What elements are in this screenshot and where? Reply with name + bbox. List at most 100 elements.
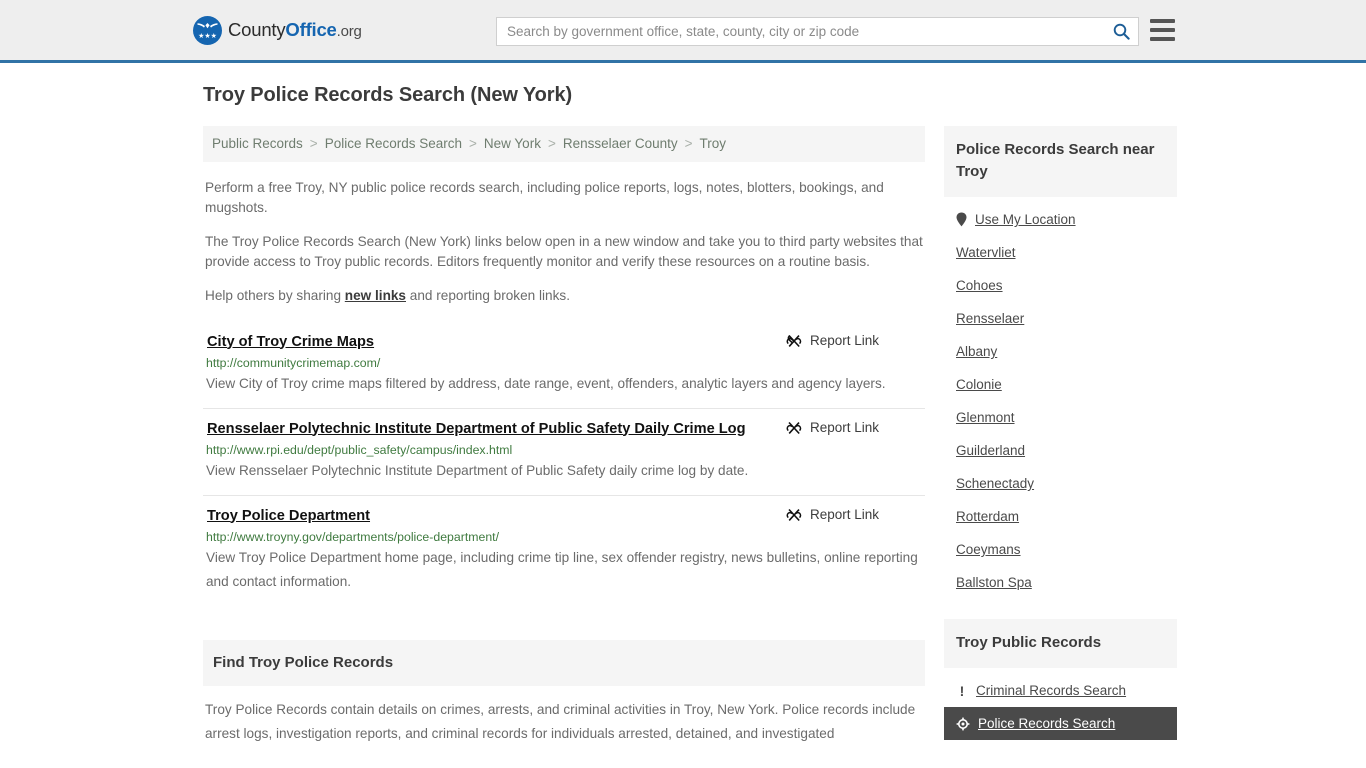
- broken-link-icon: [786, 421, 802, 434]
- sidebar-nearby-list: Use My Location Watervliet Cohoes Rensse…: [944, 203, 1177, 599]
- record-link-title[interactable]: Troy Police Department: [207, 507, 370, 525]
- page-container: Troy Police Records Search (New York) Pu…: [0, 63, 1366, 746]
- sidebar-item-label: Schenectady: [956, 476, 1035, 491]
- breadcrumb-item-police-records-search[interactable]: Police Records Search: [325, 136, 462, 151]
- sidebar-item-rotterdam[interactable]: Rotterdam: [944, 500, 1177, 533]
- sidebar-item-label: Rensselaer: [956, 311, 1025, 326]
- sidebar-nearby-heading: Police Records Search near Troy: [944, 126, 1177, 197]
- sidebar-item-watervliet[interactable]: Watervliet: [944, 236, 1177, 269]
- brand-tld: .org: [336, 23, 362, 40]
- breadcrumb-item-troy[interactable]: Troy: [700, 136, 727, 151]
- report-link-button[interactable]: Report Link: [786, 333, 923, 349]
- search-button[interactable]: [1104, 18, 1138, 45]
- breadcrumb-separator: >: [547, 136, 556, 151]
- record-link-title[interactable]: Rensselaer Polytechnic Institute Departm…: [207, 420, 746, 438]
- broken-link-icon: [786, 334, 802, 347]
- record-link-url: http://www.troyny.gov/departments/police…: [206, 529, 499, 544]
- content-columns: Public Records > Police Records Search >…: [203, 126, 1177, 746]
- report-link-label: Report Link: [809, 333, 879, 348]
- hamburger-bar: [1150, 28, 1175, 32]
- find-records-section-header: Find Troy Police Records: [203, 639, 925, 686]
- sidebar-item-glenmont[interactable]: Glenmont: [944, 401, 1177, 434]
- brand-part-office: Office: [285, 19, 337, 40]
- sidebar-item-label: Albany: [956, 344, 998, 359]
- hamburger-menu-icon[interactable]: [1150, 19, 1175, 41]
- records-link-list: City of Troy Crime Maps Report Link http…: [203, 330, 925, 606]
- sidebar-item-label: Coeymans: [956, 542, 1021, 557]
- search-icon: [1113, 23, 1130, 40]
- breadcrumb-separator: >: [684, 136, 693, 151]
- sidebar-item-coeymans[interactable]: Coeymans: [944, 533, 1177, 566]
- intro-paragraph-3: Help others by sharing new links and rep…: [205, 286, 925, 306]
- intro-text-after: and reporting broken links.: [406, 288, 570, 303]
- sidebar-item-label: Glenmont: [956, 410, 1015, 425]
- hamburger-bar: [1150, 19, 1175, 23]
- breadcrumb: Public Records > Police Records Search >…: [203, 126, 925, 162]
- intro-paragraph-2: The Troy Police Records Search (New York…: [205, 234, 923, 269]
- sidebar-item-label: Guilderland: [956, 443, 1026, 458]
- sidebar-item-label: Rotterdam: [956, 509, 1020, 524]
- broken-link-icon: [786, 508, 802, 521]
- sidebar-item-label: Use My Location: [975, 212, 1076, 227]
- sidebar-item-criminal-records-search[interactable]: ! Criminal Records Search: [944, 674, 1177, 707]
- sidebar-item-use-my-location[interactable]: Use My Location: [944, 203, 1177, 236]
- list-item: City of Troy Crime Maps Report Link http…: [203, 330, 925, 408]
- search-bar[interactable]: [496, 17, 1139, 46]
- brand-part-county: County: [228, 19, 286, 40]
- intro-text-before: Help others by sharing: [205, 288, 345, 303]
- report-link-button[interactable]: Report Link: [786, 507, 923, 523]
- find-records-body: Troy Police Records contain details on c…: [205, 701, 916, 741]
- intro-paragraph-1: Perform a free Troy, NY public police re…: [205, 180, 884, 215]
- sidebar-item-schenectady[interactable]: Schenectady: [944, 467, 1177, 500]
- link-header-row: Rensselaer Polytechnic Institute Departm…: [205, 420, 923, 438]
- eagle-shield-logo-icon: ★★★: [193, 15, 222, 45]
- sidebar-item-label: Colonie: [956, 377, 1002, 392]
- list-item: Troy Police Department Report Link http:…: [203, 494, 925, 606]
- exclamation-icon: !: [959, 682, 965, 699]
- sidebar-item-label: Criminal Records Search: [976, 683, 1127, 698]
- breadcrumb-separator: >: [309, 136, 318, 151]
- find-records-heading: Find Troy Police Records: [213, 653, 394, 671]
- sidebar-item-rensselaer[interactable]: Rensselaer: [944, 302, 1177, 335]
- link-header-row: Troy Police Department Report Link: [205, 507, 923, 525]
- sidebar-item-albany[interactable]: Albany: [944, 335, 1177, 368]
- site-header: ★★★ CountyOffice.org: [0, 0, 1366, 63]
- sidebar: Police Records Search near Troy Use My L…: [944, 126, 1177, 740]
- main-content: Public Records > Police Records Search >…: [203, 126, 925, 746]
- sidebar-item-label: Police Records Search: [978, 716, 1116, 731]
- sidebar-item-cohoes[interactable]: Cohoes: [944, 269, 1177, 302]
- record-link-title[interactable]: City of Troy Crime Maps: [207, 333, 374, 351]
- list-item: Rensselaer Polytechnic Institute Departm…: [203, 407, 925, 495]
- sidebar-item-label: Cohoes: [956, 278, 1003, 293]
- brand-name: CountyOffice.org: [228, 19, 362, 41]
- report-link-label: Report Link: [809, 420, 879, 435]
- page-title: Troy Police Records Search (New York): [203, 84, 573, 106]
- hamburger-bar: [1150, 37, 1175, 41]
- map-pin-icon: [956, 212, 967, 227]
- sidebar-records-list: ! Criminal Records Search Police Records…: [944, 674, 1177, 740]
- police-badge-icon: [956, 717, 970, 730]
- report-link-label: Report Link: [809, 507, 879, 522]
- record-link-description: View Troy Police Department home page, i…: [206, 549, 918, 589]
- sidebar-item-guilderland[interactable]: Guilderland: [944, 434, 1177, 467]
- link-header-row: City of Troy Crime Maps Report Link: [205, 333, 923, 351]
- record-link-url: http://www.rpi.edu/dept/public_safety/ca…: [206, 442, 513, 457]
- sidebar-item-label: Ballston Spa: [956, 575, 1032, 590]
- report-link-button[interactable]: Report Link: [786, 420, 923, 436]
- breadcrumb-item-rensselaer-county[interactable]: Rensselaer County: [563, 136, 678, 151]
- three-stars-icon: ★★★: [198, 32, 217, 40]
- breadcrumb-separator: >: [469, 136, 477, 151]
- sidebar-item-label: Watervliet: [956, 245, 1016, 260]
- record-link-description: View City of Troy crime maps filtered by…: [206, 375, 886, 391]
- sidebar-item-police-records-search[interactable]: Police Records Search: [944, 707, 1177, 740]
- sidebar-records-heading: Troy Public Records: [944, 619, 1177, 668]
- breadcrumb-item-public-records[interactable]: Public Records: [212, 136, 303, 151]
- sidebar-item-ballston-spa[interactable]: Ballston Spa: [944, 566, 1177, 599]
- breadcrumb-item-new-york[interactable]: New York: [484, 136, 541, 151]
- site-logo[interactable]: ★★★ CountyOffice.org: [193, 15, 362, 45]
- record-link-description: View Rensselaer Polytechnic Institute De…: [206, 462, 749, 478]
- record-link-url: http://communitycrimemap.com/: [206, 355, 381, 370]
- new-links-link[interactable]: new links: [345, 288, 406, 303]
- sidebar-item-colonie[interactable]: Colonie: [944, 368, 1177, 401]
- search-input[interactable]: [497, 18, 1104, 45]
